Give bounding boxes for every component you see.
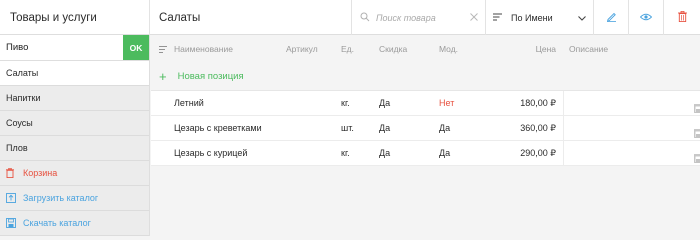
column-header-article[interactable]: Артикул xyxy=(286,35,318,63)
column-divider xyxy=(563,141,564,165)
cell-name: Цезарь с креветками xyxy=(174,123,262,133)
new-position-button[interactable]: + Новая позиция xyxy=(151,63,700,91)
delete-category-button[interactable] xyxy=(664,0,700,35)
edit-button[interactable] xyxy=(594,0,629,35)
download-icon xyxy=(6,218,16,228)
cell-name: Цезарь с курицей xyxy=(174,148,248,158)
new-position-label: Новая позиция xyxy=(177,71,244,82)
cell-unit: кг. xyxy=(341,98,350,108)
cell-price: 180,00 ₽ xyxy=(520,98,556,108)
trash-label: Корзина xyxy=(23,168,58,178)
category-item-drinks[interactable]: Напитки xyxy=(0,86,149,111)
sort-selected-value[interactable]: По Имени xyxy=(511,13,578,23)
cell-unit: кг. xyxy=(341,148,350,158)
column-header-name[interactable]: Наименование xyxy=(174,35,233,63)
cell-modifier: Нет xyxy=(439,98,455,108)
sort-icon xyxy=(493,13,502,23)
cell-price: 360,00 ₽ xyxy=(520,123,556,133)
table-row[interactable]: Цезарь с курицей кг. Да Да 290,00 ₽ xyxy=(151,141,700,166)
column-header-modifier[interactable]: Мод. xyxy=(439,35,458,63)
view-button[interactable] xyxy=(629,0,664,35)
column-header-price[interactable]: Цена xyxy=(536,35,556,63)
product-search[interactable]: Поиск товара xyxy=(352,0,486,35)
trash-link[interactable]: Корзина xyxy=(0,161,149,186)
trash-icon[interactable] xyxy=(694,148,700,173)
search-icon xyxy=(360,12,370,24)
list-icon[interactable] xyxy=(159,35,167,63)
clear-icon[interactable] xyxy=(470,12,478,24)
trash-icon xyxy=(6,168,16,178)
cell-unit: шт. xyxy=(341,123,354,133)
column-divider xyxy=(563,91,564,115)
category-item-sauces[interactable]: Соусы xyxy=(0,111,149,136)
cell-modifier: Да xyxy=(439,148,451,158)
trash-icon xyxy=(677,11,687,24)
upload-icon xyxy=(6,193,16,203)
cell-discount: Да xyxy=(379,148,391,158)
top-bar: Товары и услуги Салаты Поиск товара По И… xyxy=(0,0,700,35)
upload-catalog-label: Загрузить каталог xyxy=(23,193,99,203)
category-sidebar: OK Салаты Напитки Соусы Плов Корзина Заг… xyxy=(0,35,150,236)
download-catalog-label: Скачать каталог xyxy=(23,218,91,228)
category-search-input[interactable] xyxy=(0,35,123,60)
column-header-description[interactable]: Описание xyxy=(569,35,608,63)
sort-select[interactable]: По Имени xyxy=(486,0,594,35)
table-row[interactable]: Летний кг. Да Нет 180,00 ₽ xyxy=(151,91,700,116)
column-header-unit[interactable]: Ед. xyxy=(341,35,354,63)
category-title: Салаты xyxy=(150,0,352,35)
cell-modifier: Да xyxy=(439,123,451,133)
category-item-plov[interactable]: Плов xyxy=(0,136,149,161)
cell-name: Летний xyxy=(174,98,204,108)
cell-discount: Да xyxy=(379,98,391,108)
column-header-discount[interactable]: Скидка xyxy=(379,35,407,63)
search-placeholder[interactable]: Поиск товара xyxy=(376,13,470,23)
cell-discount: Да xyxy=(379,123,391,133)
ok-button[interactable]: OK xyxy=(123,35,149,60)
table-row[interactable]: Цезарь с креветками шт. Да Да 360,00 ₽ xyxy=(151,116,700,141)
plus-icon: + xyxy=(159,69,167,84)
edit-icon xyxy=(606,11,617,24)
category-item-salads[interactable]: Салаты xyxy=(0,61,149,86)
eye-icon xyxy=(639,13,653,23)
download-catalog-link[interactable]: Скачать каталог xyxy=(0,211,149,236)
table-header: Наименование Артикул Ед. Скидка Мод. Цен… xyxy=(151,35,700,63)
column-divider xyxy=(563,116,564,140)
chevron-down-icon[interactable] xyxy=(578,13,586,23)
upload-catalog-link[interactable]: Загрузить каталог xyxy=(0,186,149,211)
category-search-row: OK xyxy=(0,35,149,61)
cell-price: 290,00 ₽ xyxy=(520,148,556,158)
section-title: Товары и услуги xyxy=(0,0,150,35)
products-panel: Наименование Артикул Ед. Скидка Мод. Цен… xyxy=(151,35,700,236)
